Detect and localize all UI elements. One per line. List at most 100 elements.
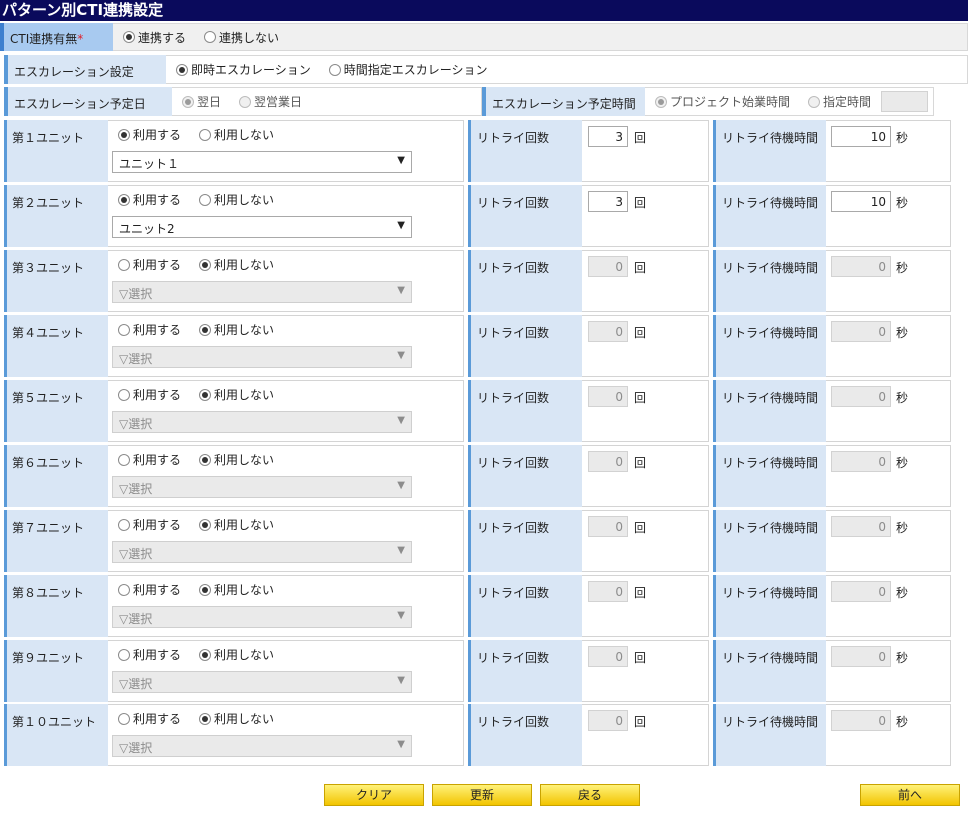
escalation-day-radio-nextday[interactable]: 翌日 [182, 93, 221, 110]
retry-count-label: リトライ回数 [468, 640, 582, 702]
radio-label: 翌日 [197, 95, 222, 109]
unit-select[interactable]: ▽選択 ▼ [112, 281, 412, 303]
retry-count-input[interactable]: 3 [588, 126, 628, 147]
unit-radio-use[interactable]: 利用する [118, 321, 181, 338]
retry-count-label: リトライ回数 [468, 185, 582, 247]
unit-radio-nouse[interactable]: 利用しない [199, 256, 274, 273]
unit-select[interactable]: ▽選択 ▼ [112, 541, 412, 563]
retry-wait-input[interactable]: 0 [831, 646, 891, 667]
unit-label: 第１ユニット [4, 120, 108, 182]
retry-count-label: リトライ回数 [468, 250, 582, 312]
unit-radio-nouse[interactable]: 利用しない [199, 516, 274, 533]
escalation-day-radio-nextbizday[interactable]: 翌営業日 [239, 93, 302, 110]
unit-radio-use[interactable]: 利用する [118, 256, 181, 273]
retry-wait-input[interactable]: 0 [831, 710, 891, 731]
unit-select[interactable]: ▽選択 ▼ [112, 735, 412, 757]
unit-radio-use[interactable]: 利用する [118, 646, 181, 663]
unit-radio-use[interactable]: 利用する [118, 126, 181, 143]
unit-select[interactable]: ユニット2 ▼ [112, 216, 412, 238]
retry-count-suffix: 回 [634, 261, 647, 275]
retry-count-cell: 0 回 [582, 315, 709, 377]
unit-select[interactable]: ▽選択 ▼ [112, 476, 412, 498]
radio-dot-icon [204, 31, 217, 43]
radio-label: 利用しない [214, 583, 275, 597]
unit-radio-use[interactable]: 利用する [118, 386, 181, 403]
radio-dot-icon [118, 258, 130, 271]
retry-wait-input[interactable]: 0 [831, 516, 891, 537]
retry-count-input[interactable]: 0 [588, 321, 628, 342]
retry-wait-label: リトライ待機時間 [713, 640, 826, 702]
unit-radio-nouse[interactable]: 利用しない [199, 581, 274, 598]
retry-wait-label: リトライ待機時間 [713, 704, 826, 766]
back-button[interactable]: 戻る [540, 784, 640, 806]
unit-select-value: ▽選択 [119, 417, 153, 431]
clear-button[interactable]: クリア [324, 784, 424, 806]
retry-wait-input[interactable]: 0 [831, 256, 891, 277]
required-mark: * [77, 32, 84, 46]
retry-wait-input[interactable]: 0 [831, 321, 891, 342]
unit-row: 第８ユニット 利用する 利用しない ▽選択 ▼ リトライ回数 0 回 リトライ待… [4, 575, 951, 637]
retry-count-input[interactable]: 0 [588, 646, 628, 667]
unit-select[interactable]: ▽選択 ▼ [112, 671, 412, 693]
unit-settings: 利用する 利用しない ▽選択 ▼ [108, 640, 464, 702]
unit-radio-use[interactable]: 利用する [118, 191, 181, 208]
retry-count-input[interactable]: 0 [588, 581, 628, 602]
unit-select[interactable]: ▽選択 ▼ [112, 606, 412, 628]
unit-select[interactable]: ▽選択 ▼ [112, 346, 412, 368]
retry-count-input[interactable]: 3 [588, 191, 628, 212]
unit-select[interactable]: ユニット１ ▼ [112, 151, 412, 173]
retry-count-input[interactable]: 0 [588, 710, 628, 731]
retry-wait-suffix: 秒 [896, 196, 909, 210]
unit-row: 第３ユニット 利用する 利用しない ▽選択 ▼ リトライ回数 0 回 リトライ待… [4, 250, 951, 312]
retry-count-input[interactable]: 0 [588, 516, 628, 537]
unit-radio-nouse[interactable]: 利用しない [199, 451, 274, 468]
unit-select[interactable]: ▽選択 ▼ [112, 411, 412, 433]
radio-label: 利用しない [214, 128, 275, 142]
cti-radio-disable[interactable]: 連携しない [204, 29, 279, 46]
radio-dot-icon [199, 258, 212, 271]
retry-wait-suffix: 秒 [896, 326, 909, 340]
unit-radio-use[interactable]: 利用する [118, 516, 181, 533]
radio-label: 即時エスカレーション [191, 63, 311, 77]
retry-count-input[interactable]: 0 [588, 386, 628, 407]
escalation-time-radio-project-start[interactable]: プロジェクト始業時間 [655, 93, 790, 110]
retry-wait-cell: 0 秒 [826, 704, 951, 766]
retry-wait-input[interactable]: 10 [831, 191, 891, 212]
retry-count-suffix: 回 [634, 715, 647, 729]
escalation-time-input[interactable] [881, 91, 929, 112]
unit-label: 第７ユニット [4, 510, 108, 572]
unit-radio-use[interactable]: 利用する [118, 710, 181, 727]
retry-count-cell: 3 回 [582, 120, 709, 182]
radio-dot-icon [199, 648, 212, 661]
retry-count-input[interactable]: 0 [588, 451, 628, 472]
radio-dot-icon [808, 95, 821, 108]
unit-radio-nouse[interactable]: 利用しない [199, 126, 274, 143]
escalation-radio-timed[interactable]: 時間指定エスカレーション [328, 61, 488, 78]
radio-label: 連携する [138, 30, 187, 45]
unit-radio-nouse[interactable]: 利用しない [199, 646, 274, 663]
unit-radio-nouse[interactable]: 利用しない [199, 191, 274, 208]
escalation-radio-immediate[interactable]: 即時エスカレーション [176, 61, 311, 78]
radio-dot-icon [655, 95, 667, 108]
escalation-time-radio-specified[interactable]: 指定時間 [808, 93, 871, 110]
retry-count-input[interactable]: 0 [588, 256, 628, 277]
radio-label: 利用する [133, 128, 182, 142]
unit-radio-nouse[interactable]: 利用しない [199, 386, 274, 403]
unit-radio-nouse[interactable]: 利用しない [199, 321, 274, 338]
unit-radio-nouse[interactable]: 利用しない [199, 710, 274, 727]
cti-radio-enable[interactable]: 連携する [123, 29, 186, 46]
unit-radio-use[interactable]: 利用する [118, 581, 181, 598]
retry-wait-input[interactable]: 0 [831, 451, 891, 472]
unit-label: 第９ユニット [4, 640, 108, 702]
update-button[interactable]: 更新 [432, 784, 532, 806]
retry-wait-input[interactable]: 0 [831, 386, 891, 407]
retry-wait-input[interactable]: 10 [831, 126, 891, 147]
unit-radio-use[interactable]: 利用する [118, 451, 181, 468]
retry-wait-suffix: 秒 [896, 715, 909, 729]
prev-button[interactable]: 前へ [860, 784, 960, 806]
retry-wait-input[interactable]: 0 [831, 581, 891, 602]
radio-dot-icon [176, 63, 188, 76]
unit-select-value: ▽選択 [119, 287, 153, 301]
unit-label: 第５ユニット [4, 380, 108, 442]
cti-label-text: CTI連携有無 [10, 32, 78, 46]
